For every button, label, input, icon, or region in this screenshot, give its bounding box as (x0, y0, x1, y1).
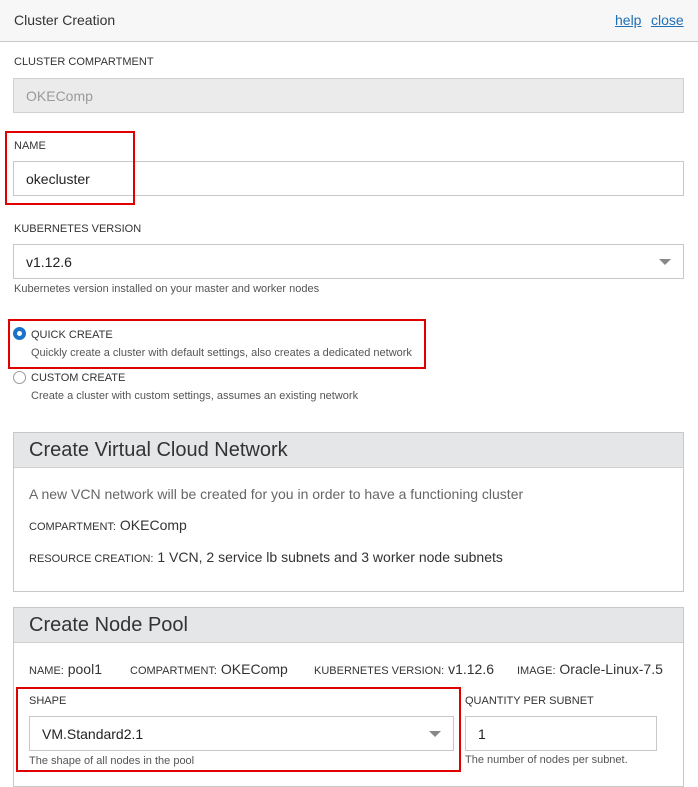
name-value: okecluster (26, 170, 90, 187)
custom-create-label[interactable]: CUSTOM CREATE (31, 372, 125, 384)
pool-name: NAME: pool1 (29, 661, 102, 677)
chevron-down-icon (659, 258, 671, 265)
custom-create-radio[interactable] (13, 371, 26, 384)
vcn-panel-header: Create Virtual Cloud Network (14, 433, 683, 468)
shape-label: SHAPE (29, 695, 67, 707)
quantity-label: QUANTITY PER SUBNET (465, 695, 594, 707)
pool-k8s-value: v1.12.6 (448, 661, 495, 677)
shape-select[interactable]: VM.Standard2.1 (29, 716, 454, 751)
pool-name-key: NAME: (29, 665, 64, 677)
node-pool-panel-header: Create Node Pool (14, 608, 683, 643)
dialog-title: Cluster Creation (14, 12, 116, 28)
name-input[interactable]: okecluster (13, 161, 684, 196)
vcn-resource-value: 1 VCN, 2 service lb subnets and 3 worker… (157, 549, 503, 565)
quantity-hint: The number of nodes per subnet. (465, 754, 628, 766)
pool-compartment: COMPARTMENT: OKEComp (130, 661, 288, 677)
vcn-compartment: COMPARTMENT: OKEComp (29, 517, 187, 533)
pool-name-value: pool1 (67, 661, 102, 677)
k8s-version-value: v1.12.6 (26, 253, 72, 270)
pool-image-key: IMAGE: (517, 665, 556, 677)
node-pool-panel-title: Create Node Pool (29, 614, 188, 636)
vcn-panel-title: Create Virtual Cloud Network (29, 439, 288, 461)
compartment-label: CLUSTER COMPARTMENT (14, 56, 154, 68)
pool-image-value: Oracle-Linux-7.5 (559, 661, 663, 677)
vcn-intro: A new VCN network will be created for yo… (29, 486, 524, 502)
vcn-compartment-key: COMPARTMENT: (29, 521, 116, 533)
pool-k8s-version: KUBERNETES VERSION: v1.12.6 (314, 661, 494, 677)
quick-create-desc: Quickly create a cluster with default se… (31, 347, 412, 359)
shape-hint: The shape of all nodes in the pool (29, 755, 195, 767)
vcn-resource-key: RESOURCE CREATION: (29, 553, 154, 565)
quick-create-highlight (8, 319, 426, 369)
name-label: NAME (14, 140, 46, 152)
custom-create-desc: Create a cluster with custom settings, a… (31, 390, 359, 402)
compartment-field: OKEComp (13, 78, 684, 113)
node-pool-panel: Create Node Pool NAME: pool1 COMPARTMENT… (13, 607, 684, 787)
quick-create-radio[interactable] (13, 327, 26, 340)
quick-create-label[interactable]: QUICK CREATE (31, 329, 113, 341)
close-link[interactable]: close (651, 12, 684, 28)
help-link[interactable]: help (615, 12, 641, 28)
pool-k8s-key: KUBERNETES VERSION: (314, 665, 445, 677)
pool-image: IMAGE: Oracle-Linux-7.5 (517, 661, 663, 677)
k8s-version-select[interactable]: v1.12.6 (13, 244, 684, 279)
quantity-input[interactable]: 1 (465, 716, 657, 751)
pool-compartment-value: OKEComp (220, 661, 288, 677)
vcn-resource: RESOURCE CREATION: 1 VCN, 2 service lb s… (29, 549, 503, 565)
dialog-header: Cluster Creation help close (0, 0, 698, 42)
chevron-down-icon (429, 730, 441, 737)
k8s-version-label: KUBERNETES VERSION (14, 223, 142, 235)
compartment-value: OKEComp (26, 87, 93, 104)
vcn-compartment-value: OKEComp (119, 517, 187, 533)
k8s-version-hint: Kubernetes version installed on your mas… (14, 283, 320, 295)
vcn-panel: Create Virtual Cloud Network A new VCN n… (13, 432, 684, 592)
pool-compartment-key: COMPARTMENT: (130, 665, 217, 677)
shape-value: VM.Standard2.1 (42, 725, 144, 742)
quantity-value: 1 (478, 725, 486, 742)
